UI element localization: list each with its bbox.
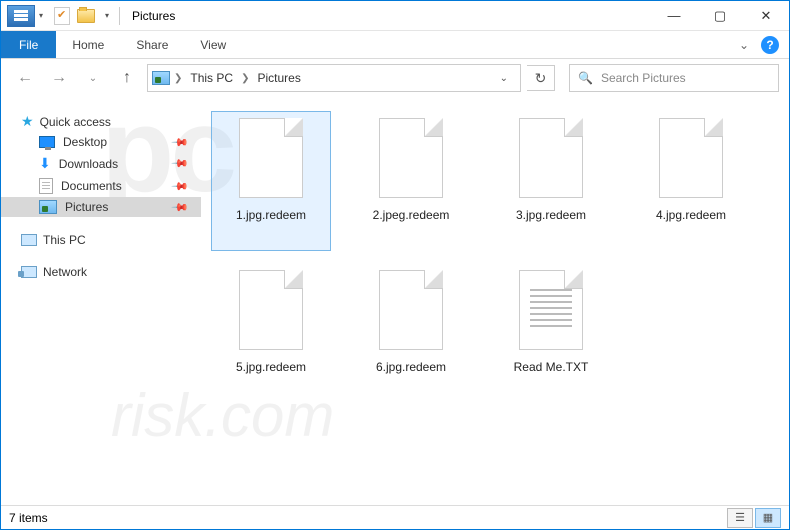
pin-icon: 📌 xyxy=(171,177,190,196)
generic-file-icon xyxy=(379,270,443,350)
search-box[interactable]: 🔍 xyxy=(569,64,779,92)
breadcrumb-chevron-icon[interactable]: ❯ xyxy=(174,73,182,84)
help-button[interactable]: ? xyxy=(761,36,779,54)
file-item[interactable]: 3.jpg.redeem xyxy=(491,111,611,251)
window-title: Pictures xyxy=(132,9,175,23)
sidebar-item-network[interactable]: Network xyxy=(1,263,201,281)
file-tab[interactable]: File xyxy=(1,31,56,58)
pin-icon: 📌 xyxy=(171,133,190,152)
file-item[interactable]: 5.jpg.redeem xyxy=(211,263,331,403)
qat-customize-chevron-icon[interactable]: ▾ xyxy=(101,11,113,20)
navigation-pane: ★ Quick access Desktop 📌 ⬇ Downloads 📌 D… xyxy=(1,97,201,505)
search-input[interactable] xyxy=(601,71,770,85)
refresh-button[interactable]: ↻ xyxy=(527,65,555,91)
file-label: 5.jpg.redeem xyxy=(236,360,306,374)
content-pane[interactable]: 1.jpg.redeem 2.jpeg.redeem 3.jpg.redeem 4.j… xyxy=(201,97,789,505)
file-item[interactable]: Read Me.TXT xyxy=(491,263,611,403)
file-label: 4.jpg.redeem xyxy=(656,208,726,222)
documents-icon xyxy=(39,178,53,194)
qat-new-folder-button[interactable] xyxy=(77,7,95,25)
file-item[interactable]: 1.jpg.redeem xyxy=(211,111,331,251)
pin-icon: 📌 xyxy=(171,198,190,217)
generic-file-icon xyxy=(659,118,723,198)
large-icons-view-button[interactable]: ▦ xyxy=(755,508,781,528)
file-item[interactable]: 6.jpg.redeem xyxy=(351,263,471,403)
address-row: ← → ⌄ ↑ ❯ This PC ❯ Pictures ⌄ ↻ 🔍 xyxy=(1,59,789,97)
location-pictures-icon xyxy=(152,71,170,85)
tab-home[interactable]: Home xyxy=(56,31,120,58)
file-label: 3.jpg.redeem xyxy=(516,208,586,222)
sidebar-item-label: Documents xyxy=(61,179,122,193)
generic-file-icon xyxy=(239,118,303,198)
breadcrumb-chevron-icon[interactable]: ❯ xyxy=(241,73,249,84)
maximize-button[interactable]: ▢ xyxy=(697,1,743,31)
search-icon: 🔍 xyxy=(578,71,593,85)
back-button[interactable]: ← xyxy=(11,64,39,92)
ribbon-expand-chevron-icon[interactable]: ⌄ xyxy=(739,38,749,52)
file-item[interactable]: 2.jpeg.redeem xyxy=(351,111,471,251)
forward-button: → xyxy=(45,64,73,92)
file-item[interactable]: 4.jpg.redeem xyxy=(631,111,751,251)
system-menu-chevron-icon[interactable]: ▾ xyxy=(35,11,47,20)
text-file-icon xyxy=(519,270,583,350)
sidebar-item-label: Desktop xyxy=(63,135,107,149)
sidebar-item-label: Network xyxy=(43,265,87,279)
downloads-icon: ⬇ xyxy=(39,155,51,172)
star-icon: ★ xyxy=(21,113,34,130)
up-button[interactable]: ↑ xyxy=(113,64,141,92)
desktop-icon xyxy=(39,136,55,148)
titlebar: ▾ ▾ Pictures ― ▢ ✕ xyxy=(1,1,789,31)
ribbon: File Home Share View ⌄ ? xyxy=(1,31,789,59)
minimize-button[interactable]: ― xyxy=(651,1,697,31)
sidebar-item-this-pc[interactable]: This PC xyxy=(1,231,201,249)
address-history-chevron-icon[interactable]: ⌄ xyxy=(492,73,516,84)
sidebar-item-label: This PC xyxy=(43,233,86,247)
file-label: 1.jpg.redeem xyxy=(236,208,306,222)
sidebar-item-label: Downloads xyxy=(59,157,118,171)
sidebar-item-label: Pictures xyxy=(65,200,108,214)
breadcrumb-this-pc[interactable]: This PC xyxy=(186,71,237,85)
sidebar-item-desktop[interactable]: Desktop 📌 xyxy=(1,132,201,152)
recent-locations-chevron-icon[interactable]: ⌄ xyxy=(79,64,107,92)
tab-share[interactable]: Share xyxy=(120,31,184,58)
system-menu-icon[interactable] xyxy=(7,5,35,27)
quick-access-label: Quick access xyxy=(40,115,111,129)
network-icon xyxy=(21,266,37,278)
generic-file-icon xyxy=(239,270,303,350)
file-label: 2.jpeg.redeem xyxy=(373,208,450,222)
sidebar-item-documents[interactable]: Documents 📌 xyxy=(1,175,201,197)
breadcrumb-current[interactable]: Pictures xyxy=(253,71,304,85)
quick-access-header[interactable]: ★ Quick access xyxy=(1,111,201,132)
sidebar-item-downloads[interactable]: ⬇ Downloads 📌 xyxy=(1,152,201,175)
status-bar: 7 items ☰ ▦ xyxy=(1,505,789,529)
sidebar-item-pictures[interactable]: Pictures 📌 xyxy=(1,197,201,217)
pin-icon: 📌 xyxy=(171,154,190,173)
details-view-button[interactable]: ☰ xyxy=(727,508,753,528)
address-bar[interactable]: ❯ This PC ❯ Pictures ⌄ xyxy=(147,64,521,92)
this-pc-icon xyxy=(21,234,37,246)
qat-properties-button[interactable] xyxy=(53,7,71,25)
generic-file-icon xyxy=(379,118,443,198)
pictures-icon xyxy=(39,200,57,214)
file-label: 6.jpg.redeem xyxy=(376,360,446,374)
tab-view[interactable]: View xyxy=(184,31,242,58)
generic-file-icon xyxy=(519,118,583,198)
file-label: Read Me.TXT xyxy=(514,360,589,374)
close-button[interactable]: ✕ xyxy=(743,1,789,31)
status-item-count: 7 items xyxy=(9,511,48,525)
titlebar-separator xyxy=(119,7,120,25)
